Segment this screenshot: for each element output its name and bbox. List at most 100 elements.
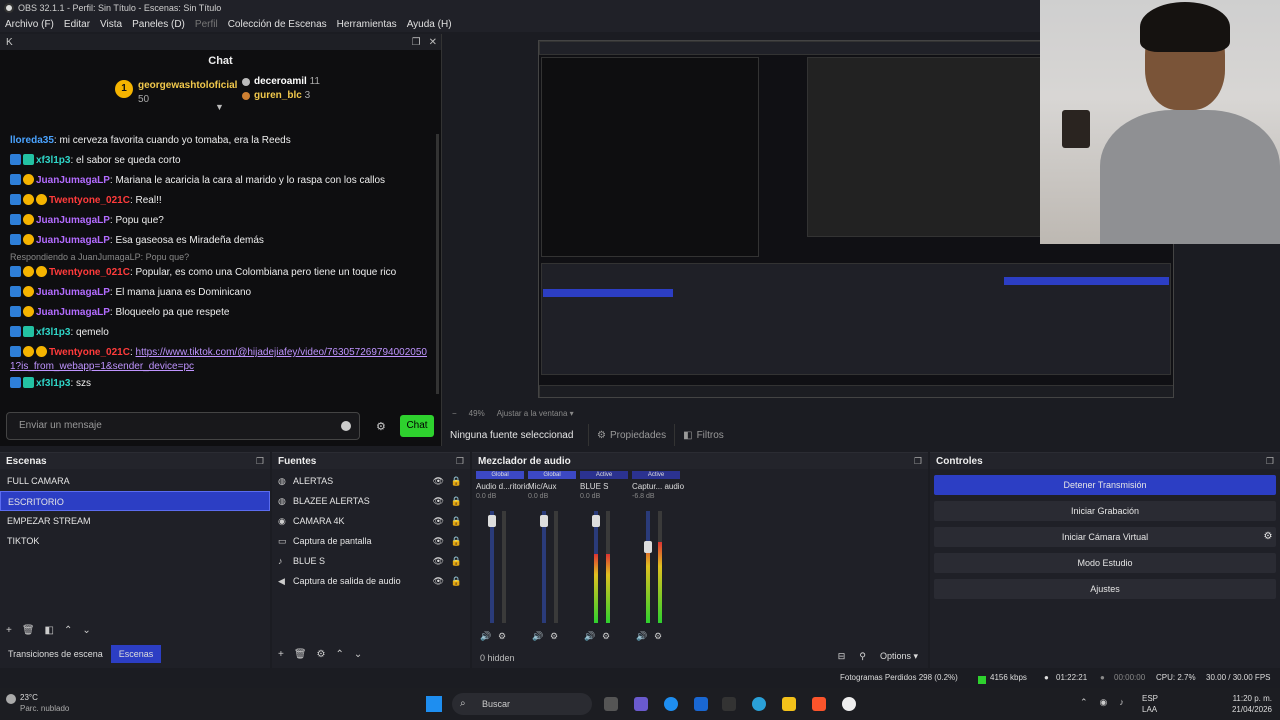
gear-icon[interactable]: ⚙ xyxy=(602,631,610,642)
mute-icon[interactable]: 🔊 xyxy=(636,631,647,642)
tab-escenas[interactable]: Escenas xyxy=(110,645,162,663)
scene-item-full-camara[interactable]: FULL CAMARA xyxy=(0,471,270,491)
mic-tray-icon[interactable]: ♪ xyxy=(1119,697,1124,708)
gear-icon[interactable]: ⚙ xyxy=(498,631,506,642)
move-up-icon[interactable]: ⌃ xyxy=(64,625,72,636)
volume-fader[interactable] xyxy=(540,515,548,527)
collapse-leaderboard-icon[interactable]: ▼ xyxy=(215,102,224,112)
source-item[interactable]: ♪ BLUE S 👁 🔒 xyxy=(272,551,470,571)
weather-widget[interactable]: 23°C Parc. nublado xyxy=(6,692,69,714)
move-up-icon[interactable]: ⌃ xyxy=(336,649,344,660)
chat-username[interactable]: Twentyone_021C xyxy=(49,347,130,358)
leader-first-name[interactable]: georgewashtoloficial xyxy=(138,80,237,91)
float-dock-icon[interactable]: ❐ xyxy=(412,37,421,48)
menu-archivo[interactable]: Archivo (F) xyxy=(0,19,59,30)
lock-icon[interactable]: 🔒 xyxy=(451,516,462,527)
settings-button[interactable]: Ajustes xyxy=(934,579,1276,599)
mute-icon[interactable]: 🔊 xyxy=(584,631,595,642)
language-indicator[interactable]: ESP LAA xyxy=(1142,693,1158,715)
file-explorer-icon[interactable] xyxy=(782,697,796,711)
menu-coleccion-escenas[interactable]: Colección de Escenas xyxy=(223,19,332,30)
close-dock-icon[interactable]: ✕ xyxy=(429,37,437,48)
source-item[interactable]: ◉ CAMARA 4K 👁 🔒 xyxy=(272,511,470,531)
source-item[interactable]: ◀ Captura de salida de audio 👁 🔒 xyxy=(272,571,470,591)
chat-send-button[interactable]: Chat xyxy=(400,415,434,437)
visibility-eye-icon[interactable]: 👁 xyxy=(433,496,444,507)
link-icon[interactable]: ⚲ xyxy=(859,651,866,662)
layout-icon[interactable]: ⊟ xyxy=(838,651,846,662)
menu-paneles[interactable]: Paneles (D) xyxy=(127,19,190,30)
hidden-count[interactable]: 0 hidden xyxy=(480,653,515,663)
visibility-eye-icon[interactable]: 👁 xyxy=(433,556,444,567)
zoom-level[interactable]: 49% xyxy=(469,409,485,418)
source-item[interactable]: ◍ ALERTAS 👁 🔒 xyxy=(272,471,470,491)
edge-icon[interactable] xyxy=(752,697,766,711)
network-tray-icon[interactable]: ◉ xyxy=(1100,697,1108,708)
source-item[interactable]: ▭ Captura de pantalla 👁 🔒 xyxy=(272,531,470,551)
volume-fader[interactable] xyxy=(592,515,600,527)
volume-fader[interactable] xyxy=(644,541,652,553)
emoji-picker-icon[interactable] xyxy=(341,421,351,431)
lock-icon[interactable]: 🔒 xyxy=(451,496,462,507)
channel-name-select[interactable]: Captur... audio xyxy=(632,479,696,491)
filters-button[interactable]: ◧ Filtros xyxy=(674,424,732,446)
chevron-up-icon[interactable]: ⌃ xyxy=(1080,697,1088,708)
scene-item-escritorio[interactable]: ESCRITORIO xyxy=(0,491,270,511)
clock[interactable]: 11:20 p. m. 21/04/2026 xyxy=(1232,693,1272,715)
properties-button[interactable]: ⚙ Propiedades xyxy=(588,424,674,446)
source-item[interactable]: ◍ BLAZEE ALERTAS 👁 🔒 xyxy=(272,491,470,511)
move-down-icon[interactable]: ⌄ xyxy=(354,649,362,660)
gear-icon[interactable]: ⚙ xyxy=(654,631,662,642)
terminal-icon[interactable] xyxy=(722,697,736,711)
windows-start-icon[interactable] xyxy=(426,696,442,712)
scene-item-tiktok[interactable]: TIKTOK xyxy=(0,531,270,551)
filter-icon[interactable]: ◧ xyxy=(45,625,54,636)
trash-icon[interactable]: 🗑 xyxy=(22,625,35,636)
gear-icon[interactable]: ⚙ xyxy=(317,649,326,660)
stop-streaming-button[interactable]: Detener Transmisión xyxy=(934,475,1276,495)
chat-message-input[interactable]: Enviar un mensaje xyxy=(6,412,360,440)
copilot-icon[interactable] xyxy=(664,697,678,711)
obs-taskbar-icon[interactable] xyxy=(842,697,856,711)
chat-settings-icon[interactable]: ⚙ xyxy=(376,420,386,433)
volume-fader[interactable] xyxy=(488,515,496,527)
fit-window-select[interactable]: Ajustar a la ventana ▾ xyxy=(497,409,574,418)
add-icon[interactable]: + xyxy=(278,649,284,660)
studio-mode-button[interactable]: Modo Estudio xyxy=(934,553,1276,573)
snipping-tool-icon[interactable] xyxy=(634,697,648,711)
move-down-icon[interactable]: ⌄ xyxy=(82,625,90,636)
chat-username[interactable]: lloreda35 xyxy=(10,135,54,146)
leader-second[interactable]: deceroamil 11 xyxy=(240,76,320,87)
store-icon[interactable] xyxy=(694,697,708,711)
start-virtual-camera-button[interactable]: Iniciar Cámara Virtual ⚙ xyxy=(934,527,1276,547)
menu-perfil[interactable]: Perfil xyxy=(190,19,223,30)
gear-icon[interactable]: ⚙ xyxy=(1258,527,1278,547)
gear-icon[interactable]: ⚙ xyxy=(550,631,558,642)
mute-icon[interactable]: 🔊 xyxy=(532,631,543,642)
scene-item-empezar-stream[interactable]: EMPEZAR STREAM xyxy=(0,511,270,531)
mixer-options-button[interactable]: Options ▾ xyxy=(880,651,918,662)
chat-username[interactable]: Twentyone_021C xyxy=(49,195,130,206)
chat-username[interactable]: JuanJumagaLP xyxy=(36,215,110,226)
float-dock-icon[interactable]: ❐ xyxy=(456,456,464,467)
visibility-eye-icon[interactable]: 👁 xyxy=(433,576,444,587)
chat-username[interactable]: JuanJumagaLP xyxy=(36,307,110,318)
menu-vista[interactable]: Vista xyxy=(95,19,127,30)
add-icon[interactable]: + xyxy=(6,625,12,636)
menu-editar[interactable]: Editar xyxy=(59,19,95,30)
mute-icon[interactable]: 🔊 xyxy=(480,631,491,642)
float-dock-icon[interactable]: ❐ xyxy=(914,456,922,467)
leader-third[interactable]: guren_blc 3 xyxy=(240,90,310,101)
chat-username[interactable]: JuanJumagaLP xyxy=(36,287,110,298)
taskbar-search[interactable]: ⌕ Buscar xyxy=(452,693,592,715)
start-recording-button[interactable]: Iniciar Grabación xyxy=(934,501,1276,521)
chat-username[interactable]: JuanJumagaLP xyxy=(36,235,110,246)
chat-scrollbar[interactable] xyxy=(436,134,439,394)
trash-icon[interactable]: 🗑 xyxy=(294,649,307,660)
chat-username[interactable]: xf3l1p3 xyxy=(36,155,70,166)
brave-icon[interactable] xyxy=(812,697,826,711)
float-dock-icon[interactable]: ❐ xyxy=(1266,456,1274,467)
tab-transiciones[interactable]: Transiciones de escena xyxy=(0,645,111,663)
task-view-icon[interactable] xyxy=(604,697,618,711)
chat-username[interactable]: xf3l1p3 xyxy=(36,327,70,338)
